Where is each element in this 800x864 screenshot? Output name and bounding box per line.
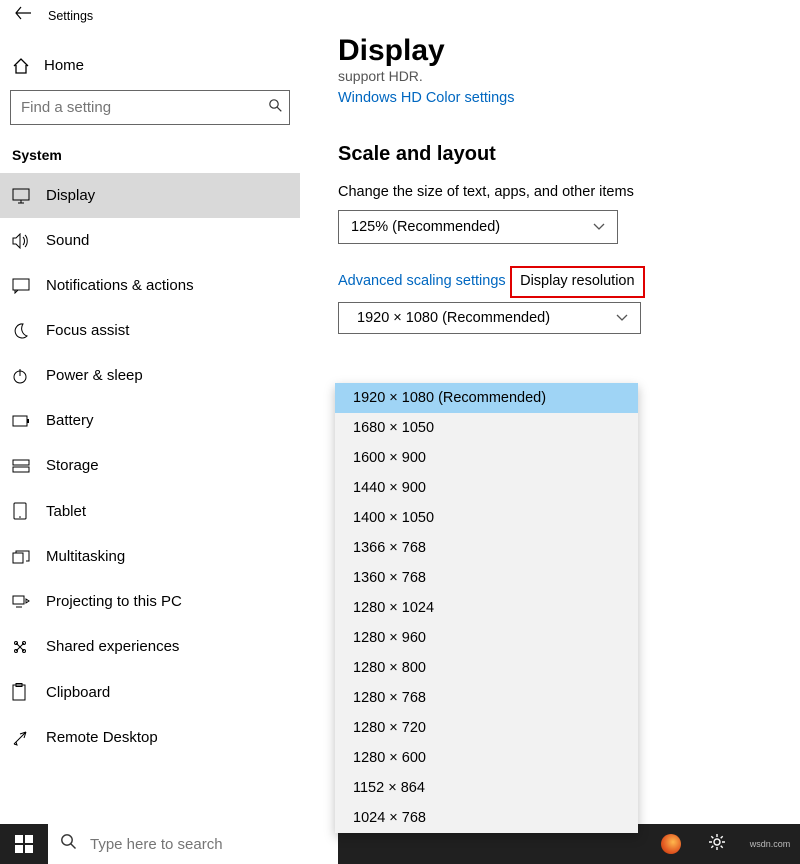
project-icon bbox=[12, 595, 36, 609]
resolution-option[interactable]: 1440 × 900 bbox=[335, 473, 638, 503]
notification-icon bbox=[12, 278, 36, 294]
monitor-icon bbox=[12, 188, 36, 204]
search-box[interactable] bbox=[10, 90, 290, 125]
sidebar-item-label: Focus assist bbox=[46, 322, 129, 339]
sidebar-item-label: Tablet bbox=[46, 503, 86, 520]
resolution-option[interactable]: 1280 × 720 bbox=[335, 713, 638, 743]
page-title: Display bbox=[338, 34, 800, 68]
tablet-icon bbox=[12, 502, 36, 520]
resolution-option[interactable]: 1366 × 768 bbox=[335, 533, 638, 563]
chevron-down-icon bbox=[593, 219, 605, 235]
category-label: System bbox=[0, 143, 300, 173]
clipboard-icon bbox=[12, 683, 36, 701]
start-button[interactable] bbox=[0, 824, 48, 864]
sidebar-item-label: Power & sleep bbox=[46, 367, 143, 384]
resolution-dropdown[interactable]: 1920 × 1080 (Recommended)1680 × 10501600… bbox=[335, 383, 638, 833]
multitask-icon bbox=[12, 550, 36, 564]
share-icon bbox=[12, 639, 36, 655]
sidebar-item-label: Notifications & actions bbox=[46, 277, 194, 294]
chevron-down-icon bbox=[616, 310, 628, 326]
remote-icon bbox=[12, 730, 36, 746]
resolution-option[interactable]: 1280 × 800 bbox=[335, 653, 638, 683]
resolution-option[interactable]: 1360 × 768 bbox=[335, 563, 638, 593]
resolution-option[interactable]: 1920 × 1080 (Recommended) bbox=[335, 383, 638, 413]
taskbar-firefox[interactable] bbox=[648, 824, 694, 864]
gear-icon bbox=[708, 833, 726, 856]
battery-icon bbox=[12, 415, 36, 427]
scale-select[interactable]: 125% (Recommended) bbox=[338, 210, 618, 244]
scale-label: Change the size of text, apps, and other… bbox=[338, 184, 800, 200]
moon-icon bbox=[12, 323, 36, 339]
sidebar-item-focus-assist[interactable]: Focus assist bbox=[0, 308, 300, 353]
sidebar-item-power-sleep[interactable]: Power & sleep bbox=[0, 353, 300, 398]
search-icon bbox=[48, 833, 88, 855]
resolution-value: 1920 × 1080 (Recommended) bbox=[357, 310, 550, 326]
sidebar-item-display[interactable]: Display bbox=[0, 173, 300, 218]
highlight-box: Display resolution bbox=[510, 266, 644, 298]
taskbar-search-input[interactable] bbox=[88, 835, 338, 854]
resolution-option[interactable]: 1152 × 864 bbox=[335, 773, 638, 803]
sidebar-item-notifications-actions[interactable]: Notifications & actions bbox=[0, 263, 300, 308]
sidebar-item-tablet[interactable]: Tablet bbox=[0, 488, 300, 534]
storage-icon bbox=[12, 459, 36, 473]
resolution-option[interactable]: 1280 × 960 bbox=[335, 623, 638, 653]
watermark: wsdn.com bbox=[740, 824, 800, 864]
advanced-scaling-link[interactable]: Advanced scaling settings bbox=[338, 273, 506, 289]
home-label: Home bbox=[44, 57, 84, 74]
sidebar-item-label: Display bbox=[46, 187, 95, 204]
firefox-icon bbox=[661, 834, 681, 854]
sidebar-item-projecting-to-this-pc[interactable]: Projecting to this PC bbox=[0, 579, 300, 624]
resolution-option[interactable]: 1400 × 1050 bbox=[335, 503, 638, 533]
home-nav[interactable]: Home bbox=[0, 45, 300, 86]
sidebar-item-label: Projecting to this PC bbox=[46, 593, 182, 610]
sidebar-item-label: Battery bbox=[46, 412, 94, 429]
resolution-label: Display resolution bbox=[520, 273, 634, 289]
taskbar-search[interactable] bbox=[48, 824, 338, 864]
sidebar-item-label: Storage bbox=[46, 457, 99, 474]
sidebar-item-sound[interactable]: Sound bbox=[0, 218, 300, 263]
sidebar-item-label: Multitasking bbox=[46, 548, 125, 565]
resolution-option[interactable]: 1600 × 900 bbox=[335, 443, 638, 473]
sidebar-item-battery[interactable]: Battery bbox=[0, 398, 300, 443]
sidebar-item-label: Shared experiences bbox=[46, 638, 179, 655]
resolution-option[interactable]: 1680 × 1050 bbox=[335, 413, 638, 443]
power-icon bbox=[12, 368, 36, 384]
sidebar-item-storage[interactable]: Storage bbox=[0, 443, 300, 488]
search-icon bbox=[261, 98, 289, 118]
resolution-option[interactable]: 1280 × 768 bbox=[335, 683, 638, 713]
resolution-option[interactable]: 1280 × 600 bbox=[335, 743, 638, 773]
sound-icon bbox=[12, 233, 36, 249]
sidebar-item-shared-experiences[interactable]: Shared experiences bbox=[0, 624, 300, 669]
scale-heading: Scale and layout bbox=[338, 143, 800, 166]
home-icon bbox=[12, 58, 34, 74]
windows-icon bbox=[15, 835, 33, 853]
back-button[interactable] bbox=[10, 6, 36, 25]
hdr-settings-link[interactable]: Windows HD Color settings bbox=[338, 90, 514, 106]
app-title: Settings bbox=[48, 9, 93, 23]
hdr-text-truncated: support HDR. bbox=[338, 68, 800, 84]
resolution-option[interactable]: 1024 × 768 bbox=[335, 803, 638, 833]
sidebar-item-clipboard[interactable]: Clipboard bbox=[0, 669, 300, 715]
sidebar-item-label: Clipboard bbox=[46, 684, 110, 701]
sidebar-item-label: Sound bbox=[46, 232, 89, 249]
sidebar-item-remote-desktop[interactable]: Remote Desktop bbox=[0, 715, 300, 760]
resolution-option[interactable]: 1280 × 1024 bbox=[335, 593, 638, 623]
sidebar-item-multitasking[interactable]: Multitasking bbox=[0, 534, 300, 579]
search-input[interactable] bbox=[11, 99, 261, 116]
scale-value: 125% (Recommended) bbox=[351, 219, 500, 235]
sidebar-item-label: Remote Desktop bbox=[46, 729, 158, 746]
taskbar-settings[interactable] bbox=[694, 824, 740, 864]
resolution-select[interactable]: 1920 × 1080 (Recommended) bbox=[338, 302, 641, 334]
